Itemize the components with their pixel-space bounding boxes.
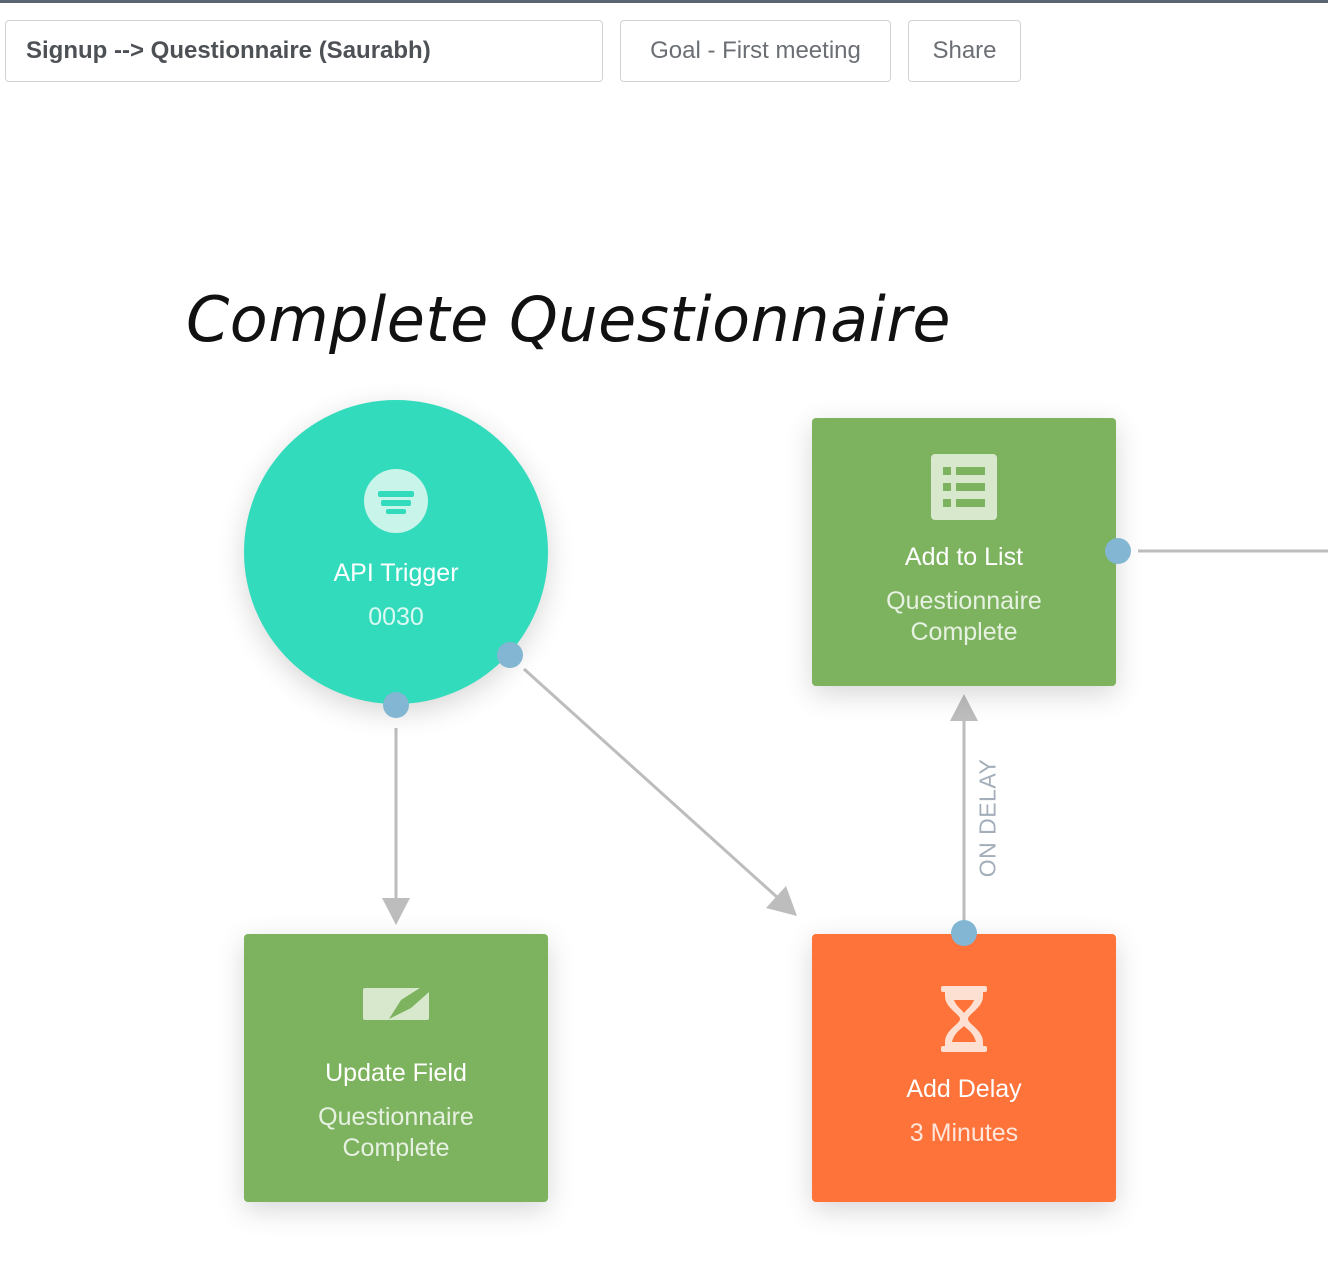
arrowhead-update	[382, 898, 410, 925]
add-delay-name: Add Delay	[906, 1075, 1022, 1103]
arrowhead-list	[950, 694, 978, 721]
connector-trigger-to-delay[interactable]	[522, 667, 780, 900]
add-delay-detail: 3 Minutes	[909, 1119, 1019, 1147]
update-field-name: Update Field	[325, 1059, 467, 1087]
envelope-edit-icon	[244, 986, 548, 1020]
add-delay-node[interactable]: Add Delay 3 Minutes	[812, 934, 1116, 1202]
trigger-bottom-port[interactable]	[383, 692, 409, 718]
flow-connectors	[382, 549, 1328, 925]
update-field-node[interactable]: Update Field Questionnaire Complete	[244, 934, 548, 1202]
hourglass-icon	[812, 986, 1116, 1052]
trigger-right-port[interactable]	[497, 642, 523, 668]
api-trigger-detail: 0030	[368, 603, 424, 631]
delay-top-port[interactable]	[951, 920, 977, 946]
add-to-list-node[interactable]: Add to List Questionnaire Complete	[812, 418, 1116, 686]
api-trigger-name: API Trigger	[333, 559, 459, 587]
funnel-icon	[364, 469, 428, 538]
update-field-detail: Questionnaire Complete	[318, 1103, 474, 1162]
add-to-list-detail: Questionnaire Complete	[886, 587, 1042, 646]
list-output-port[interactable]	[1105, 538, 1131, 564]
on-delay-edge-label: ON DELAY	[974, 758, 1001, 878]
add-to-list-name: Add to List	[904, 543, 1024, 571]
list-icon	[812, 454, 1116, 520]
